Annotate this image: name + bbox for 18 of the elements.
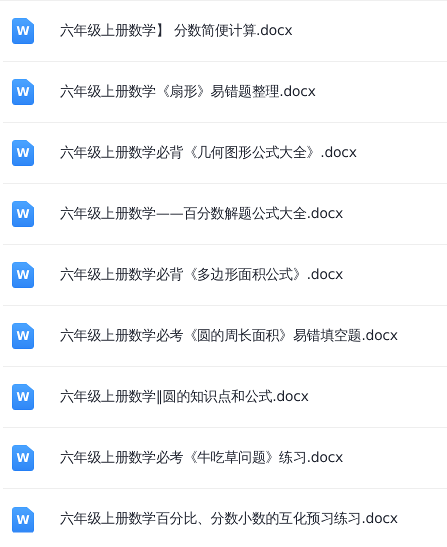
word-file-icon: W xyxy=(12,79,34,105)
file-name[interactable]: 六年级上册数学‖圆的知识点和公式.docx xyxy=(60,386,309,408)
file-name[interactable]: 六年级上册数学必考《圆的周长面积》易错填空题.docx xyxy=(60,326,398,346)
file-name[interactable]: 六年级上册数学百分比、分数小数的互化预习练习.docx xyxy=(60,509,398,530)
file-name[interactable]: 六年级上册数学】 分数简便计算.docx xyxy=(60,20,292,42)
file-name[interactable]: 六年级上册数学必考《牛吃草问题》练习.docx xyxy=(60,448,343,468)
word-file-icon: W xyxy=(12,201,34,227)
file-name[interactable]: 六年级上册数学必背《多边形面积公式》.docx xyxy=(60,264,343,286)
file-name[interactable]: 六年级上册数学必背《几何图形公式大全》.docx xyxy=(60,142,357,164)
file-name[interactable]: 六年级上册数学《扇形》易错题整理.docx xyxy=(60,82,316,102)
word-file-icon: W xyxy=(12,140,34,166)
word-file-icon: W xyxy=(12,506,34,532)
word-file-icon: W xyxy=(12,445,34,471)
word-file-icon: W xyxy=(12,262,34,288)
word-file-icon: W xyxy=(12,323,34,349)
word-file-icon: W xyxy=(12,18,34,44)
file-name[interactable]: 六年级上册数学——百分数解题公式大全.docx xyxy=(60,204,343,224)
word-file-icon: W xyxy=(12,384,34,410)
